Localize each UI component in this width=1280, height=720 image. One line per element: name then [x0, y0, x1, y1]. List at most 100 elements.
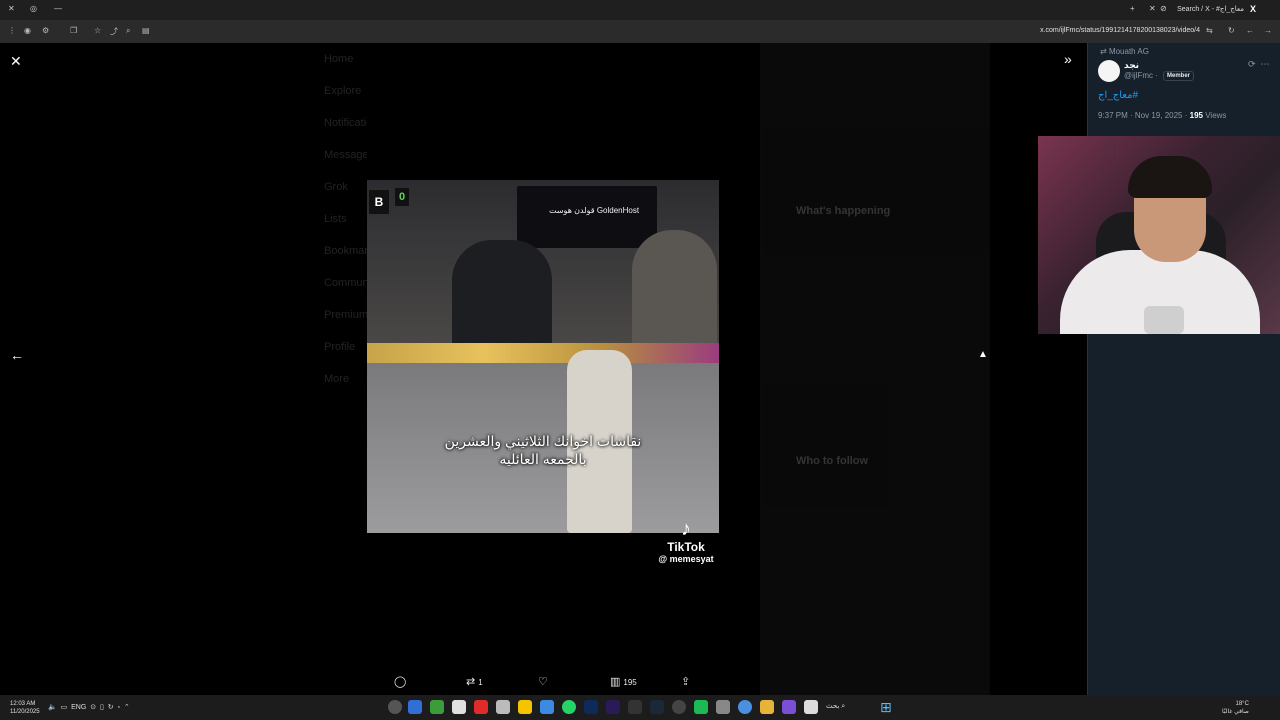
video-player[interactable]: قولدن هوست GoldenHost B 0 نقاشات اخوانك …	[367, 180, 719, 533]
video-led-strip	[367, 343, 719, 363]
chrome-icon[interactable]	[738, 700, 752, 714]
author-handle[interactable]: @ijlFmc ·	[1124, 71, 1158, 80]
zoom-icon[interactable]: ⌕	[126, 26, 130, 36]
weather-temp: 18°C	[1235, 701, 1249, 707]
file-explorer-icon[interactable]	[760, 700, 774, 714]
collapse-panel-icon[interactable]: »	[1064, 51, 1072, 67]
xbox-icon[interactable]	[430, 700, 444, 714]
share-icon[interactable]: ⤴	[110, 26, 118, 37]
search-label: بحث	[826, 703, 840, 710]
tweet-timestamp[interactable]: 9:37 PM · Nov 19, 2025 ·	[1098, 111, 1187, 120]
reload-icon[interactable]: ↻	[1228, 26, 1235, 35]
new-tab-icon[interactable]: +	[1130, 4, 1135, 13]
banner-text: قولدن هوست GoldenHost	[549, 206, 640, 215]
close-window-icon[interactable]: ✕	[8, 4, 15, 13]
app-icon[interactable]	[716, 700, 730, 714]
forward-nav-icon[interactable]: →	[1264, 26, 1272, 35]
tiktok-watermark: ♪ TikTok @ memesyat	[653, 518, 719, 564]
back-nav-icon[interactable]: ←	[1246, 26, 1254, 35]
bg-nav-item: Home	[324, 53, 354, 65]
tab-actions-icon[interactable]: ◎	[30, 4, 37, 13]
system-tray: 🔈 ▭ ENG ⊙ ▯ ↻ ▫ ⌃	[48, 703, 130, 711]
author-name[interactable]: نجد	[1124, 60, 1139, 71]
app-icon[interactable]	[452, 700, 466, 714]
repost-icon: ⇄	[466, 676, 476, 688]
video-person	[632, 230, 717, 345]
youtube-icon[interactable]	[474, 700, 488, 714]
avatar[interactable]	[1098, 60, 1120, 82]
extensions-icon[interactable]: ◉	[24, 26, 31, 35]
photoshop-icon[interactable]	[584, 700, 598, 714]
bg-nav-item: Lists	[324, 213, 347, 225]
tab-title[interactable]: Search / X - #معاج_اج	[1177, 5, 1244, 13]
app-icon[interactable]	[672, 700, 686, 714]
language-indicator[interactable]: ENG	[71, 704, 86, 711]
minimize-icon[interactable]: —	[54, 4, 62, 13]
previous-media-icon[interactable]: ←	[10, 347, 24, 363]
sync-icon[interactable]: ↻	[108, 704, 114, 711]
tiktok-handle: @ memesyat	[658, 554, 714, 564]
reader-icon[interactable]: ▤	[142, 26, 150, 35]
webcam-overlay: ᗰ	[1038, 136, 1280, 334]
app-icon[interactable]	[804, 700, 818, 714]
tiktok-icon: ♪	[681, 518, 691, 540]
windows-taskbar: 12:03 AM 11/20/2025 🔈 ▭ ENG ⊙ ▯ ↻ ▫ ⌃ ⌕	[0, 695, 1280, 720]
clock[interactable]: 12:03 AM 11/20/2025	[10, 700, 40, 716]
bg-nav-item: Messages	[324, 149, 375, 161]
weather-widget[interactable]: 18°C صافي غالبًا	[1222, 700, 1249, 716]
caption-line: نقاشات اخوانك الثلاثيني والعشرين	[444, 433, 642, 449]
video-person	[452, 240, 552, 345]
premiere-icon[interactable]	[606, 700, 620, 714]
tab-close-icon[interactable]: ✕	[1149, 4, 1156, 13]
menu-icon[interactable]: ⋮	[8, 26, 16, 35]
app-icon[interactable]	[628, 700, 642, 714]
grok-icon[interactable]: ⟳	[1248, 59, 1256, 69]
browser-tab-strip: ✕ ◎ — + ✕ ⊘ Search / X - #معاج_اج X	[0, 0, 1280, 20]
photos-icon[interactable]	[540, 700, 554, 714]
display-icon[interactable]: ▯	[100, 704, 104, 711]
bg-nav-item: Notifications	[324, 117, 384, 129]
mic-icon[interactable]: ⊙	[90, 704, 96, 711]
caption-line: بالجمعه العائليه	[499, 451, 587, 467]
network-icon[interactable]: ▭	[61, 704, 68, 711]
notes-icon[interactable]	[518, 700, 532, 714]
steam-icon[interactable]	[650, 700, 664, 714]
taskbar-search[interactable]: ⌕ بحث	[826, 702, 845, 711]
tweet-views-label: Views	[1205, 111, 1227, 120]
app-icon[interactable]	[408, 700, 422, 714]
close-viewer-icon[interactable]: ✕	[10, 53, 22, 70]
windows-start-icon[interactable]: ⊞	[880, 699, 892, 716]
app-icon[interactable]	[496, 700, 510, 714]
views-button[interactable]: ▥ 195	[610, 675, 637, 688]
tab-audio-icon: ⊘	[1160, 4, 1167, 13]
url-field[interactable]: x.com/ijlFmc/status/1991214178200138023/…	[1040, 27, 1200, 34]
settings-icon[interactable]: ⚙	[42, 26, 49, 35]
bg-nav-item: Grok	[324, 181, 348, 193]
tweet-meta: 9:37 PM · Nov 19, 2025 · 195 Views	[1098, 111, 1226, 120]
chevron-up-icon[interactable]: ⌃	[124, 704, 130, 711]
video-banner: قولدن هوست GoldenHost	[517, 186, 657, 248]
copy-icon[interactable]: ❐	[70, 26, 77, 35]
repost-button[interactable]: ⇄ 1	[466, 675, 483, 688]
whatsapp-icon[interactable]	[562, 700, 576, 714]
app-icon[interactable]	[782, 700, 796, 714]
hashtag-link[interactable]: #معاج_اج	[1098, 90, 1138, 101]
whats-happening-heading: What's happening	[796, 205, 891, 217]
bg-nav-item: More	[324, 373, 350, 385]
tiktok-brand: TikTok	[667, 540, 705, 554]
reply-button[interactable]: ◯	[394, 675, 409, 688]
share-icon: ⇪	[681, 676, 691, 688]
more-icon[interactable]: ⋯	[1261, 59, 1270, 69]
like-button[interactable]: ♡	[538, 675, 551, 688]
repost-user-link[interactable]: Mouath AG	[1109, 47, 1149, 56]
tray-app-icon[interactable]: ▫	[117, 704, 119, 711]
who-to-follow-heading: Who to follow	[796, 455, 869, 467]
bookmark-star-icon[interactable]: ☆	[94, 26, 101, 35]
app-icon[interactable]	[388, 700, 402, 714]
bg-nav-item: Profile	[324, 341, 356, 353]
share-button[interactable]: ⇪	[681, 675, 690, 688]
webcam-hair	[1128, 156, 1212, 198]
app-icon[interactable]	[694, 700, 708, 714]
volume-icon[interactable]: 🔈	[48, 704, 57, 711]
site-settings-icon[interactable]: ⇆	[1206, 26, 1213, 35]
